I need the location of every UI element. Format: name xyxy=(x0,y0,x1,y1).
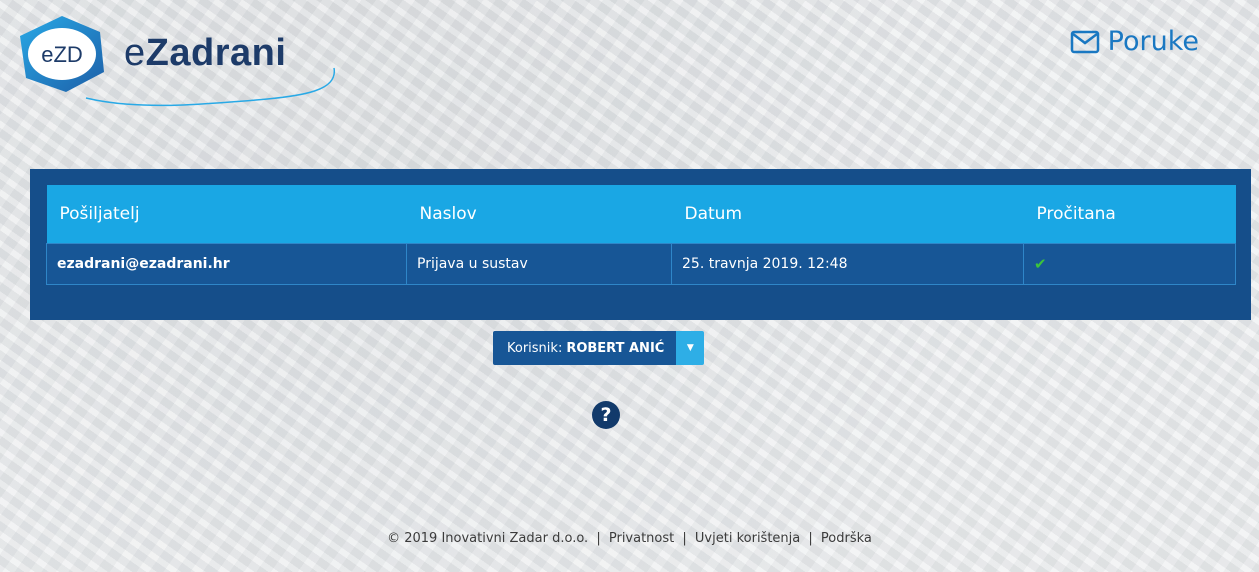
column-header-sender[interactable]: Pošiljatelj xyxy=(46,185,407,244)
table-header-row: Pošiljatelj Naslov Datum Pročitana xyxy=(46,185,1236,244)
footer-support-link[interactable]: Podrška xyxy=(821,531,872,546)
read-check-icon: ✔ xyxy=(1023,243,1236,285)
logo-text: eZadrani xyxy=(124,32,287,74)
envelope-icon xyxy=(1070,30,1099,53)
column-header-subject[interactable]: Naslov xyxy=(406,185,672,244)
logo[interactable]: eZD eZadrani xyxy=(16,10,336,107)
cell-sender[interactable]: ezadrani@ezadrani.hr xyxy=(46,243,407,285)
footer-separator: | xyxy=(808,531,813,546)
user-name: ROBERT ANIĆ xyxy=(566,340,665,356)
user-button[interactable]: Korisnik: ROBERT ANIĆ xyxy=(493,331,677,365)
messages-label: Poruke xyxy=(1107,26,1199,57)
column-header-read[interactable]: Pročitana xyxy=(1023,185,1236,244)
footer-separator: | xyxy=(596,531,601,546)
footer: © 2019 Inovativni Zadar d.o.o. | Privatn… xyxy=(0,531,1259,546)
table-row[interactable]: ezadrani@ezadrani.hr Prijava u sustav 25… xyxy=(46,243,1236,285)
help-icon[interactable]: ? xyxy=(592,401,620,429)
cell-date[interactable]: 25. travnja 2019. 12:48 xyxy=(671,243,1024,285)
column-header-date[interactable]: Datum xyxy=(671,185,1024,244)
messages-link[interactable]: Poruke xyxy=(1070,26,1199,57)
messages-panel: Pošiljatelj Naslov Datum Pročitana ezadr… xyxy=(30,169,1251,320)
footer-separator: | xyxy=(682,531,687,546)
footer-copyright: © 2019 Inovativni Zadar d.o.o. xyxy=(387,531,589,546)
cell-subject[interactable]: Prijava u sustav xyxy=(406,243,672,285)
messages-table: Pošiljatelj Naslov Datum Pročitana ezadr… xyxy=(46,185,1236,285)
footer-terms-link[interactable]: Uvjeti korištenja xyxy=(695,531,800,546)
caret-down-icon[interactable]: ▼ xyxy=(676,331,705,365)
user-label: Korisnik: xyxy=(507,340,563,356)
user-dropdown[interactable]: Korisnik: ROBERT ANIĆ ▼ xyxy=(493,331,705,365)
footer-privacy-link[interactable]: Privatnost xyxy=(609,531,674,546)
